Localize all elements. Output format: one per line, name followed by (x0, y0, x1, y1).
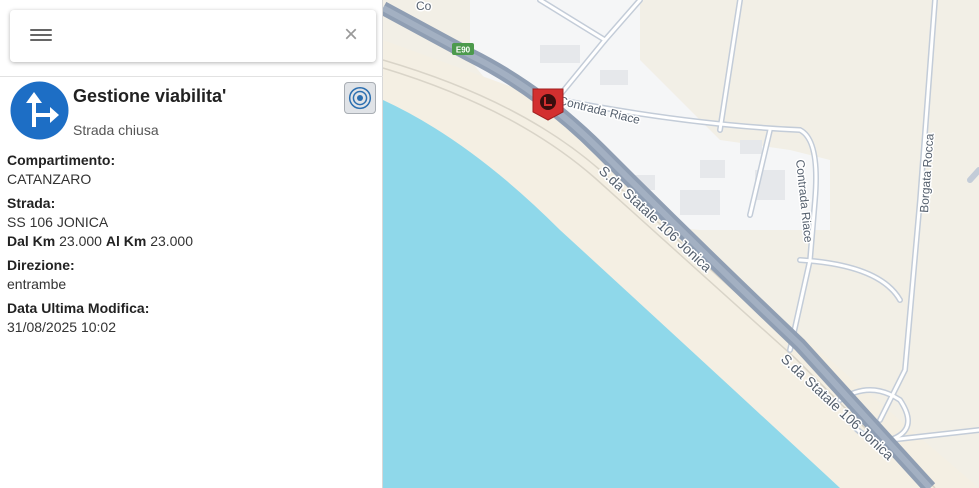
field-data-modifica: Data Ultima Modifica: 31/08/2025 10:02 (7, 299, 193, 337)
field-compartimento: Compartimento: CATANZARO (7, 151, 193, 189)
km-range: Dal Km 23.000 Al Km 23.000 (7, 232, 193, 251)
locate-target-button[interactable] (344, 82, 376, 114)
close-icon[interactable]: × (344, 22, 358, 48)
field-direzione: Direzione: entrambe (7, 256, 193, 294)
strada-value: SS 106 JONICA (7, 214, 109, 230)
al-km-label: Al Km (105, 233, 147, 249)
compartimento-value: CATANZARO (7, 171, 92, 187)
compartimento-label: Compartimento: (7, 152, 116, 168)
closure-icon (540, 94, 556, 110)
divider (0, 76, 383, 77)
field-strada: Strada: SS 106 JONICA Dal Km 23.000 Al K… (7, 194, 193, 251)
search-bar[interactable]: × (10, 10, 376, 62)
event-subtitle: Strada chiusa (73, 122, 159, 138)
dal-km-label: Dal Km (7, 233, 56, 249)
event-title: Gestione viabilita' (73, 86, 227, 106)
e90-shield-label: E90 (456, 46, 471, 55)
menu-icon[interactable] (30, 26, 52, 46)
strada-label: Strada: (7, 195, 56, 211)
direzione-label: Direzione: (7, 257, 75, 273)
data-modifica-label: Data Ultima Modifica: (7, 300, 150, 316)
direzione-value: entrambe (7, 276, 67, 292)
al-km-value: 23.000 (150, 233, 194, 249)
event-details: Compartimento: CATANZARO Strada: SS 106 … (7, 151, 193, 342)
dal-km-value: 23.000 (59, 233, 102, 249)
road-management-icon (10, 81, 69, 140)
data-modifica-value: 31/08/2025 10:02 (7, 319, 116, 335)
road-label-corner: Co (416, 0, 432, 13)
info-panel: × Gestione viabilita' Strada chiusa Comp… (0, 0, 383, 488)
